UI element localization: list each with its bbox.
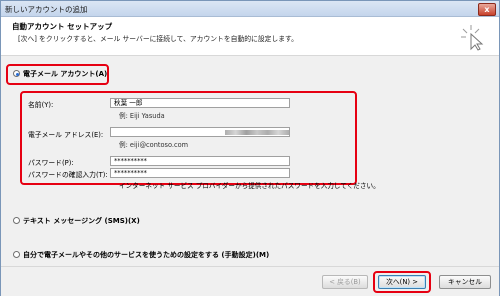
header-title: 自動アカウント セットアップ [12, 22, 113, 31]
password-input[interactable]: ********** [110, 156, 290, 166]
name-label: 名前(Y): [28, 101, 54, 109]
dialog-header: 自動アカウント セットアップ [次へ] をクリックすると、メール サーバーに接続… [1, 17, 499, 56]
name-input[interactable]: 秋葉 一郎 [110, 98, 290, 108]
password-note: インターネット サービス プロバイダーから提供されたパスワードを入力してください… [119, 182, 380, 190]
back-button[interactable]: < 戻る(B) [322, 275, 368, 289]
header-description: [次へ] をクリックすると、メール サーバーに接続して、アカウントを自動的に設定… [18, 35, 298, 43]
email-example: 例: eiji@contoso.com [119, 141, 189, 149]
password-label: パスワード(P): [28, 159, 74, 167]
sms-label[interactable]: テキスト メッセージング (SMS)(X) [23, 216, 140, 226]
title-bar: 新しいアカウントの追加 x [1, 1, 499, 17]
email-input[interactable] [110, 127, 290, 137]
add-account-dialog: 新しいアカウントの追加 x 自動アカウント セットアップ [次へ] をクリックす… [0, 0, 500, 296]
redacted-email [225, 130, 289, 135]
email-label: 電子メール アドレス(E): [28, 131, 104, 139]
dialog-content: 電子メール アカウント(A) 名前(Y): 秋葉 一郎 例: Eiji Yasu… [1, 56, 499, 265]
manual-label[interactable]: 自分で電子メールやその他のサービスを使うための設定をする (手動設定)(M) [23, 250, 269, 260]
next-button[interactable]: 次へ(N) > [378, 275, 426, 289]
cursor-click-icon [461, 25, 484, 51]
close-button[interactable]: x [478, 3, 496, 16]
button-bar: < 戻る(B) 次へ(N) > キャンセル [1, 266, 499, 296]
email-account-label[interactable]: 電子メール アカウント(A) [23, 69, 107, 79]
password-confirm-input[interactable]: ********** [110, 168, 290, 178]
window-title: 新しいアカウントの追加 [5, 5, 88, 14]
sms-radio[interactable] [13, 217, 20, 224]
password-confirm-label: パスワードの確認入力(T): [28, 171, 108, 179]
cancel-button[interactable]: キャンセル [439, 275, 491, 289]
email-account-radio[interactable] [13, 70, 20, 77]
manual-radio[interactable] [13, 251, 20, 258]
name-example: 例: Eiji Yasuda [119, 112, 165, 120]
